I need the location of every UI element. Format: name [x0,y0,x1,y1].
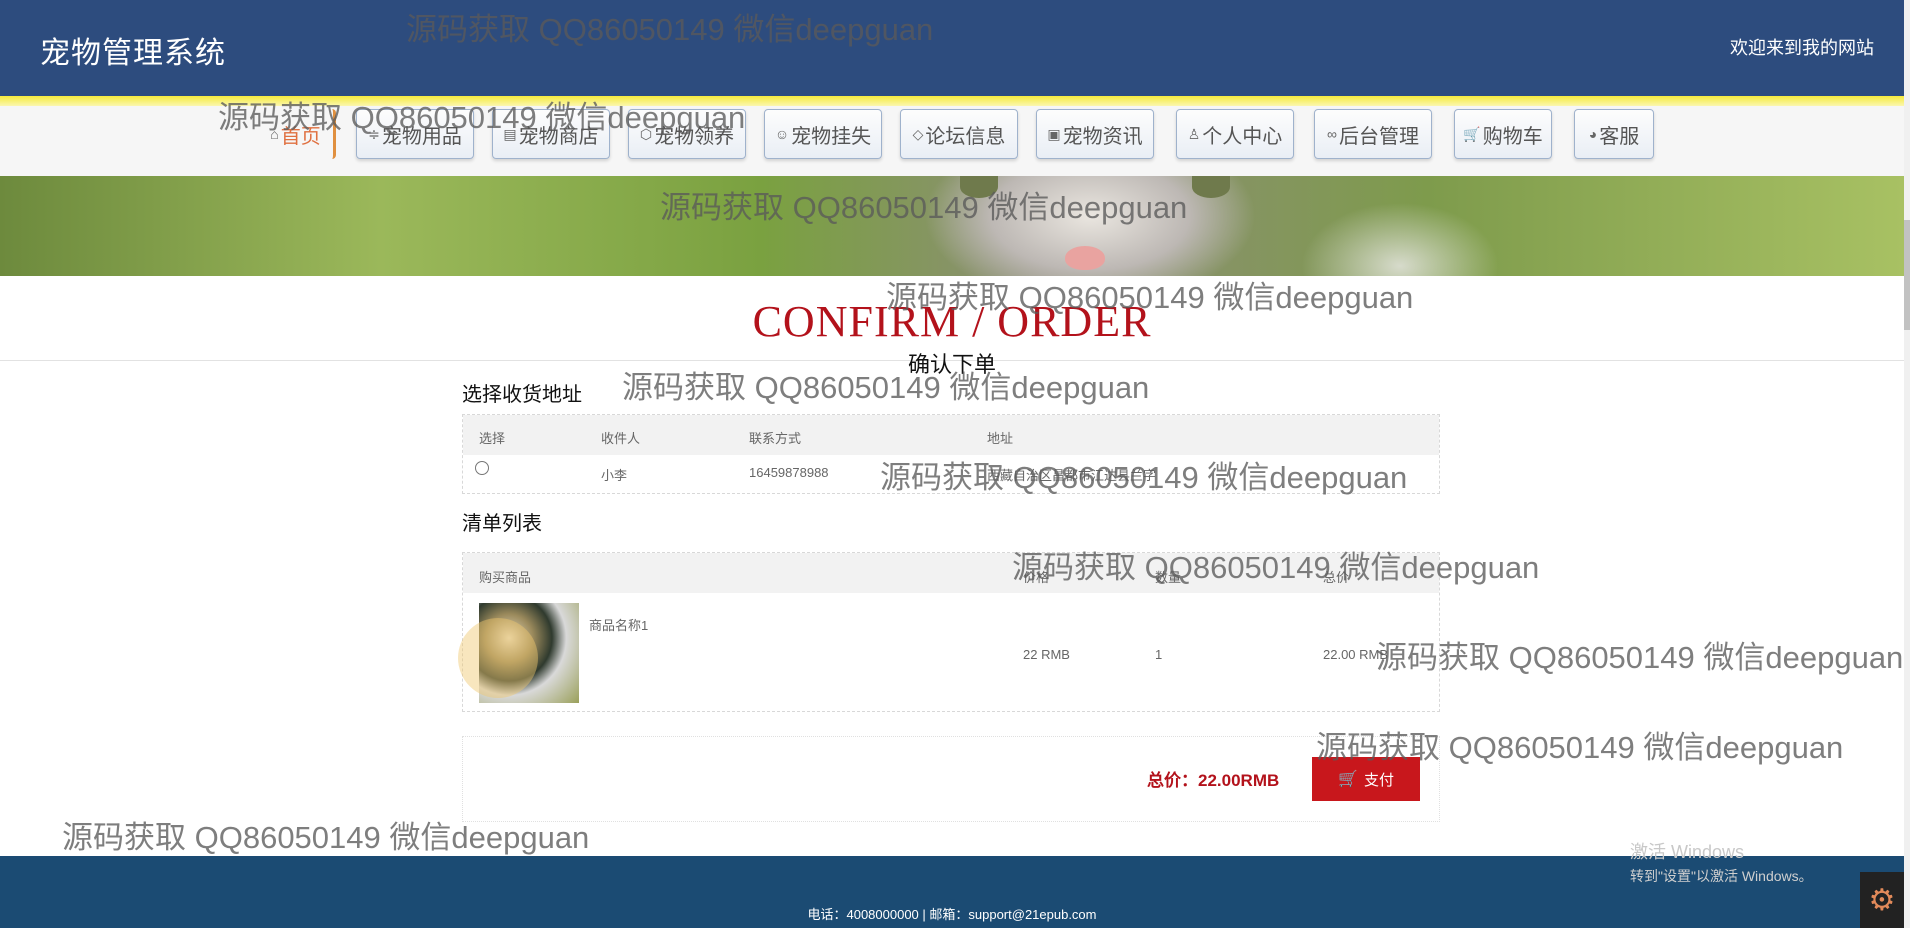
nav-label: 宠物领养 [654,125,735,148]
cat-eye [1192,176,1230,198]
home-icon: ⌂ [270,126,279,142]
tag-icon: ◇ [912,125,924,142]
nav-label: 首页 [280,125,321,148]
nav-label: 购物车 [1482,125,1543,148]
total-price: 总价：22.00RMB [1147,771,1280,790]
activation-hint: 转到"设置"以激活 Windows。 [1630,868,1813,884]
table-row: 商品名称1 22 RMB 1 22.00 RMB [463,593,1439,711]
link-icon: ∞ [1327,126,1337,142]
nav-admin[interactable]: ∞ 后台管理 [1314,109,1432,159]
product-quantity: 1 [1155,647,1163,662]
cat-eye [960,176,998,198]
col-address: 地址 [987,431,1014,446]
nav-label: 客服 [1599,125,1640,148]
windows-activation-notice: 激活 Windows 转到"设置"以激活 Windows。 [1630,838,1813,886]
nav-label: 宠物用品 [381,125,462,148]
main-nav: ⌂ 首页 ≑ 宠物用品 ▤ 宠物商店 ⬡ 宠物领养 ☺ 宠物挂失 ◇ 论坛信息 ▣ 宠物资讯 … [0,106,1904,176]
nav-label: 宠物商店 [518,125,599,148]
header-divider [0,96,1904,106]
cursor-highlight [458,618,538,698]
site-title[interactable]: 宠物管理系统 [40,28,226,72]
col-total: 总价 [1323,570,1350,585]
product-total: 22.00 RMB [1323,647,1389,662]
nav-label: 宠物资讯 [1062,125,1143,148]
nav-label: 后台管理 [1338,125,1419,148]
pay-label: 支付 [1363,771,1394,789]
sliders-icon: ≑ [368,125,380,142]
col-recipient: 收件人 [601,431,641,446]
table-row: 小李 16459878988 西藏自治区昌都市江达县兰字 [463,455,1439,493]
page-subtitle: 确认下单 [907,352,996,377]
gear-icon[interactable]: ⚙ [1860,872,1904,928]
nav-label: 个人中心 [1202,125,1283,148]
recipient-address: 西藏自治区昌都市江达县兰字 [987,468,1157,483]
nav-pet-lost[interactable]: ☺ 宠物挂失 [764,109,882,159]
nav-personal-center[interactable]: ♙ 个人中心 [1176,109,1294,159]
nav-pet-store[interactable]: ▤ 宠物商店 [492,109,610,159]
pay-button[interactable]: 🛒 支付 [1312,757,1420,801]
page-footer: 电话：4008000000 | 邮箱：support@21epub.com [0,856,1904,928]
col-quantity: 数量 [1155,570,1182,585]
cart-icon: 🛒 [1463,125,1481,142]
address-radio[interactable] [475,461,489,475]
product-name[interactable]: 商品名称1 [589,615,648,634]
store-icon: ▤ [503,125,517,142]
page-title: CONFIRM / ORDER [752,297,1152,346]
activation-title: 激活 Windows [1630,842,1745,862]
smile-icon: ☺ [774,126,790,142]
address-table-header: 选择 收件人 联系方式 地址 [463,415,1439,455]
page-scrollbar[interactable] [1904,0,1910,928]
nav-forum[interactable]: ◇ 论坛信息 [900,109,1018,159]
col-price: 价格 [1023,570,1050,585]
footer-contact: 电话：4008000000 | 邮箱：support@21epub.com [807,907,1097,922]
box-icon: ⬡ [639,125,653,142]
items-section-title: 清单列表 [462,513,542,535]
cat-nose [1065,246,1105,270]
chat-icon: ◕ [1588,126,1598,142]
welcome-text: 欢迎来到我的网站 [1730,38,1874,58]
product-price: 22 RMB [1023,647,1070,662]
col-select: 选择 [479,431,506,446]
nav-pet-adoption[interactable]: ⬡ 宠物领养 [628,109,746,159]
scrollbar-thumb[interactable] [1904,220,1910,330]
recipient-phone: 16459878988 [749,465,829,480]
top-header: 宠物管理系统 欢迎来到我的网站 [0,0,1904,96]
nav-label: 论坛信息 [925,125,1006,148]
nav-customer-service[interactable]: ◕ 客服 [1574,109,1654,159]
order-summary: 总价：22.00RMB 🛒 支付 [462,736,1440,822]
nav-cart[interactable]: 🛒 购物车 [1454,109,1552,159]
nav-pet-news[interactable]: ▣ 宠物资讯 [1036,109,1154,159]
address-table: 选择 收件人 联系方式 地址 小李 16459878988 西藏自治区昌都市江达… [462,414,1440,494]
cart-icon: 🛒 [1338,771,1358,788]
items-table-header: 购买商品 价格 数量 总价 [463,553,1439,593]
user-icon: ♙ [1187,125,1201,142]
items-table: 购买商品 价格 数量 总价 商品名称1 22 RMB 1 22.00 RMB [462,552,1440,712]
col-product: 购买商品 [479,570,532,585]
news-icon: ▣ [1047,125,1061,142]
nav-label: 宠物挂失 [791,125,872,148]
nav-home[interactable]: ⌂ 首页 [258,109,336,159]
recipient-name: 小李 [601,468,628,483]
nav-pet-supplies[interactable]: ≑ 宠物用品 [356,109,474,159]
watermark-text: 源码获取 QQ86050149 微信deepguan [1376,640,1904,675]
cat-banner-image [0,176,1904,276]
address-section-title: 选择收货地址 [462,384,582,406]
col-phone: 联系方式 [749,431,802,446]
